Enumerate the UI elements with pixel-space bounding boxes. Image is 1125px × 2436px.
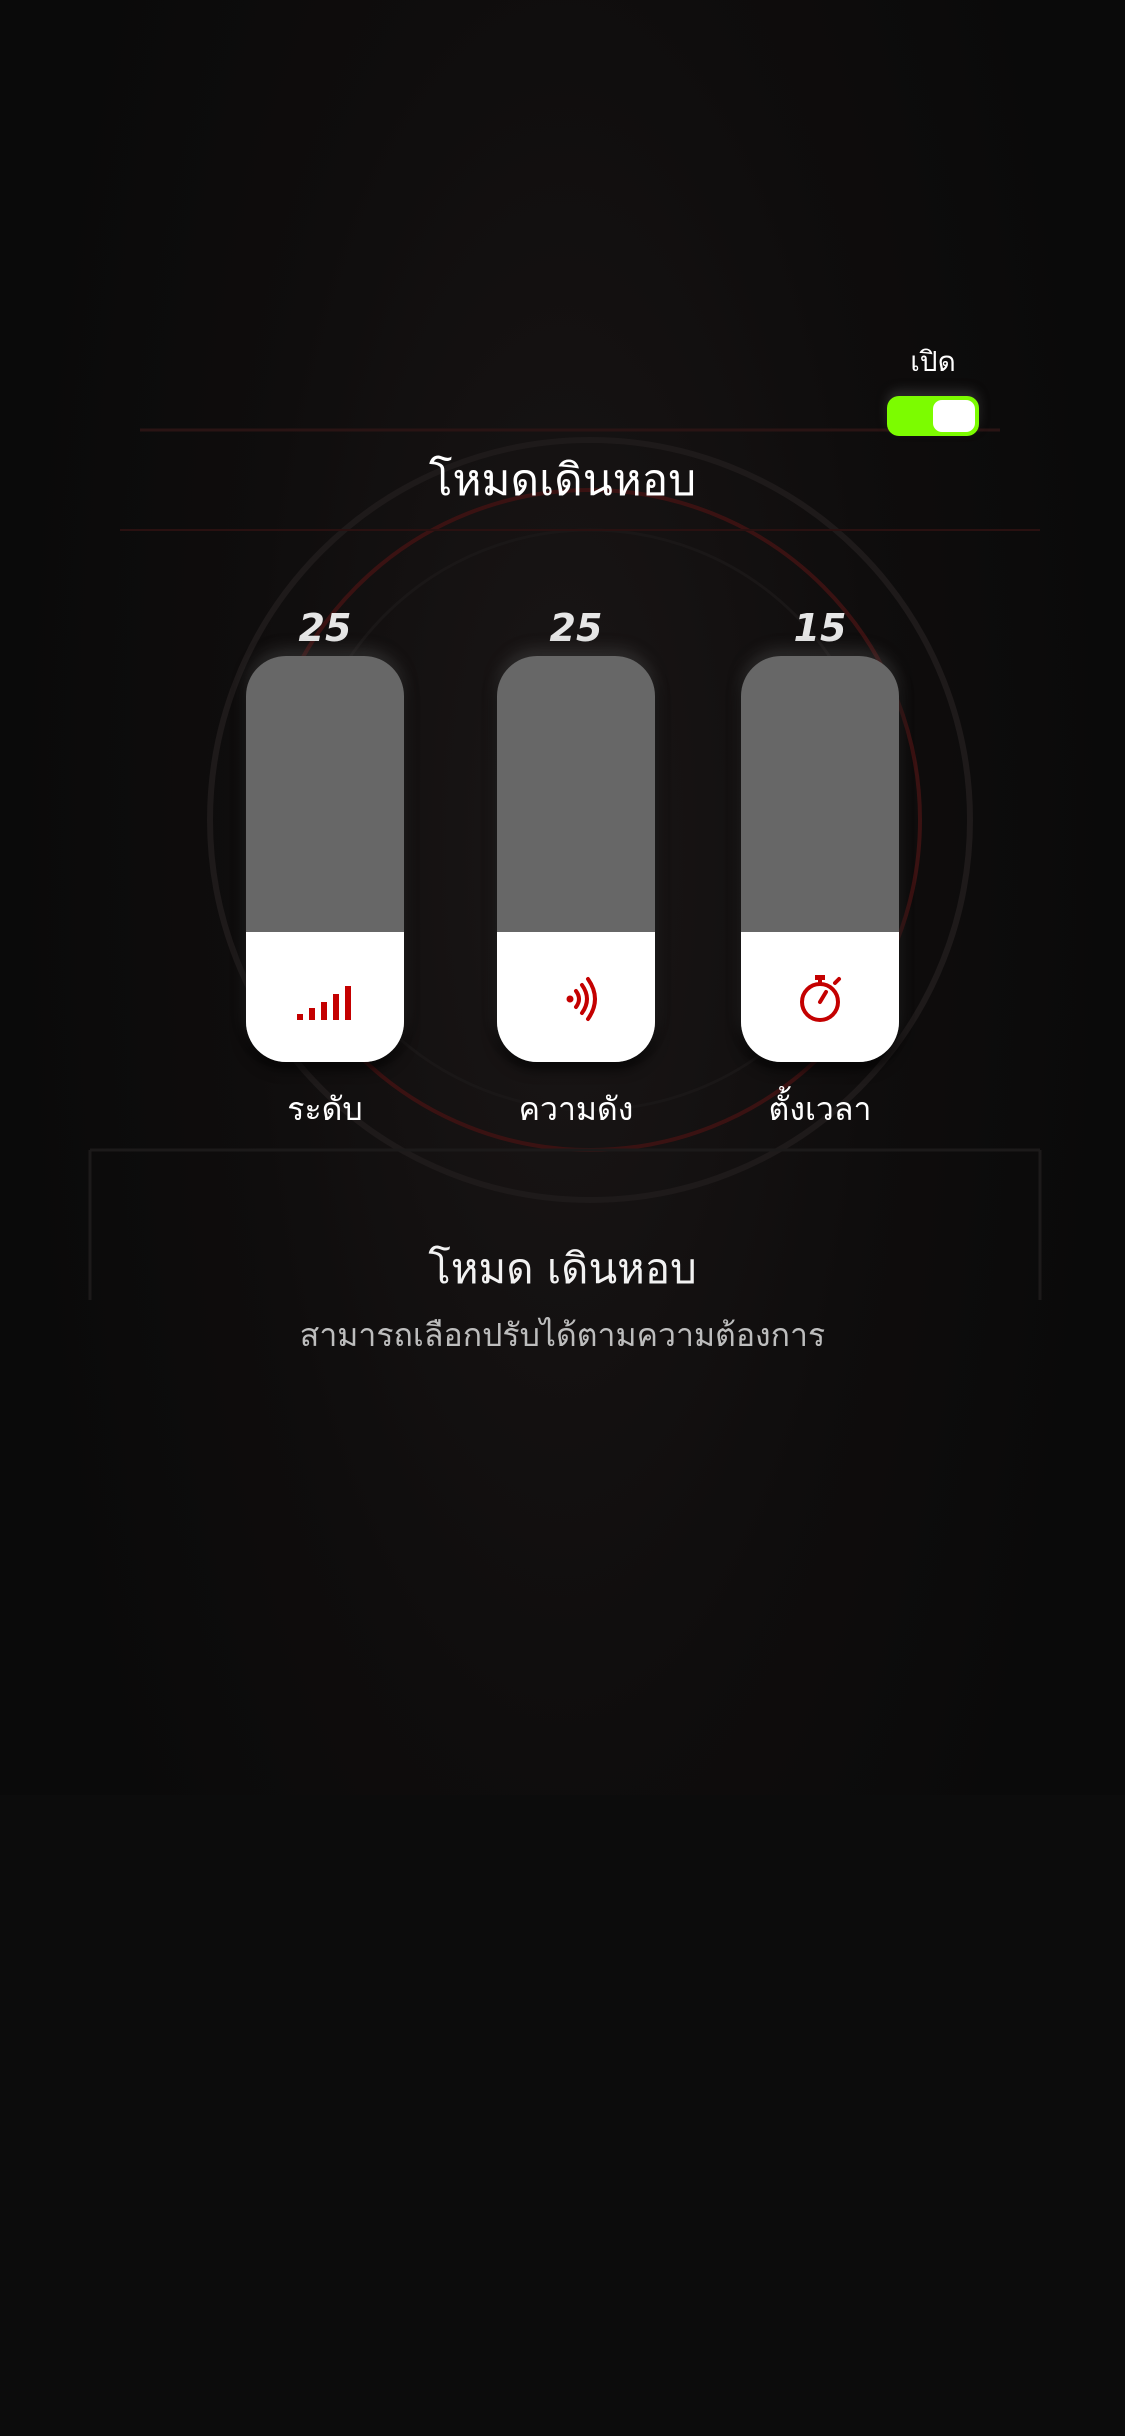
screen: เปิด โหมดเดินหอบ 25 ระดับ 25 ความดัง 15 … (0, 0, 1125, 2436)
mode-info-subtitle: สามารถเลือกปรับได้ตามความต้องการ (299, 1316, 826, 1354)
stopwatch-icon (800, 975, 841, 1022)
mode-toggle-group: เปิด (887, 340, 979, 436)
slider-level-value: 25 (298, 606, 352, 650)
slider-volume-value: 25 (549, 606, 603, 650)
mode-info-title: โหมด เดินหอบ (428, 1244, 697, 1293)
toggle-label: เปิด (910, 345, 956, 378)
signal-bars-icon (297, 986, 351, 1020)
page-title: โหมดเดินหอบ (428, 455, 697, 506)
mode-toggle-switch[interactable] (887, 396, 979, 436)
sound-waves-icon (566, 977, 597, 1021)
slider-level-track[interactable] (246, 656, 404, 1062)
slider-timer-track[interactable] (741, 656, 899, 1062)
slider-timer: 15 ตั้งเวลา (740, 600, 900, 1135)
slider-level: 25 ระดับ (245, 600, 405, 1135)
slider-volume-track[interactable] (497, 656, 655, 1062)
bottom-panel (0, 1795, 1125, 2436)
slider-timer-caption: ตั้งเวลา (768, 1090, 872, 1128)
slider-timer-value: 15 (793, 606, 847, 650)
toggle-knob (933, 400, 975, 432)
slider-volume: 25 ความดัง (496, 600, 656, 1135)
slider-level-caption: ระดับ (287, 1090, 363, 1128)
slider-volume-caption: ความดัง (518, 1090, 634, 1128)
